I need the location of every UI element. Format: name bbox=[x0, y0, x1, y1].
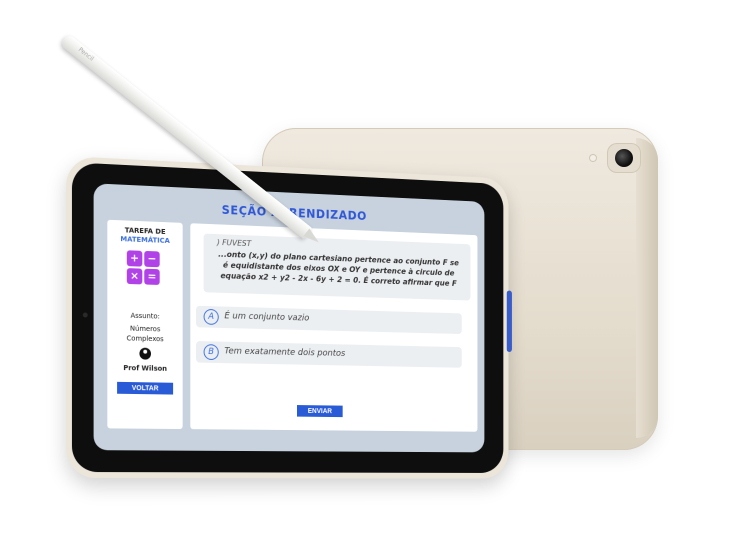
option-a[interactable]: A É um conjunto vazio bbox=[196, 305, 462, 335]
submit-button[interactable]: ENVIAR bbox=[297, 405, 343, 418]
tablet-front: SEÇÃO APRENDIZADO TAREFA DE MATEMÁTICA +… bbox=[66, 156, 512, 479]
user-icon bbox=[139, 347, 152, 360]
option-b[interactable]: B Tem exatamente dois pontos bbox=[196, 341, 462, 368]
front-camera-icon bbox=[82, 312, 88, 318]
sidebar-subject: MATEMÁTICA bbox=[120, 235, 170, 245]
option-a-text: É um conjunto vazio bbox=[224, 311, 310, 324]
side-button bbox=[506, 290, 512, 353]
option-b-text: Tem exatamente dois pontos bbox=[224, 346, 346, 359]
rear-camera-icon bbox=[607, 143, 641, 173]
task-sidebar: TAREFA DE MATEMÁTICA + − × = Assunto: Nú… bbox=[107, 219, 183, 430]
topic-line-2: Complexos bbox=[126, 334, 164, 344]
camera-lens bbox=[615, 149, 633, 167]
tablet-back-edge bbox=[636, 138, 658, 438]
calculator-icon: + − × = bbox=[126, 250, 162, 287]
option-b-letter: B bbox=[203, 344, 219, 361]
tablet-frame: SEÇÃO APRENDIZADO TAREFA DE MATEMÁTICA +… bbox=[66, 156, 509, 479]
question-source: ) FUVEST bbox=[216, 237, 252, 249]
pencil-label: Pencil bbox=[76, 46, 95, 63]
camera-flash bbox=[590, 155, 596, 161]
subject-label: Assunto: bbox=[130, 311, 160, 321]
option-a-letter: A bbox=[203, 308, 219, 325]
question-text: ...onto (x,y) do plano cartesiano perten… bbox=[218, 249, 459, 288]
back-button[interactable]: VOLTAR bbox=[117, 381, 174, 395]
question-panel: ) FUVEST ...onto (x,y) do plano cartesia… bbox=[190, 223, 478, 432]
subject-topic: Números Complexos bbox=[107, 323, 182, 345]
question-box: ) FUVEST ...onto (x,y) do plano cartesia… bbox=[203, 233, 471, 301]
professor-name: Prof Wilson bbox=[123, 364, 168, 373]
